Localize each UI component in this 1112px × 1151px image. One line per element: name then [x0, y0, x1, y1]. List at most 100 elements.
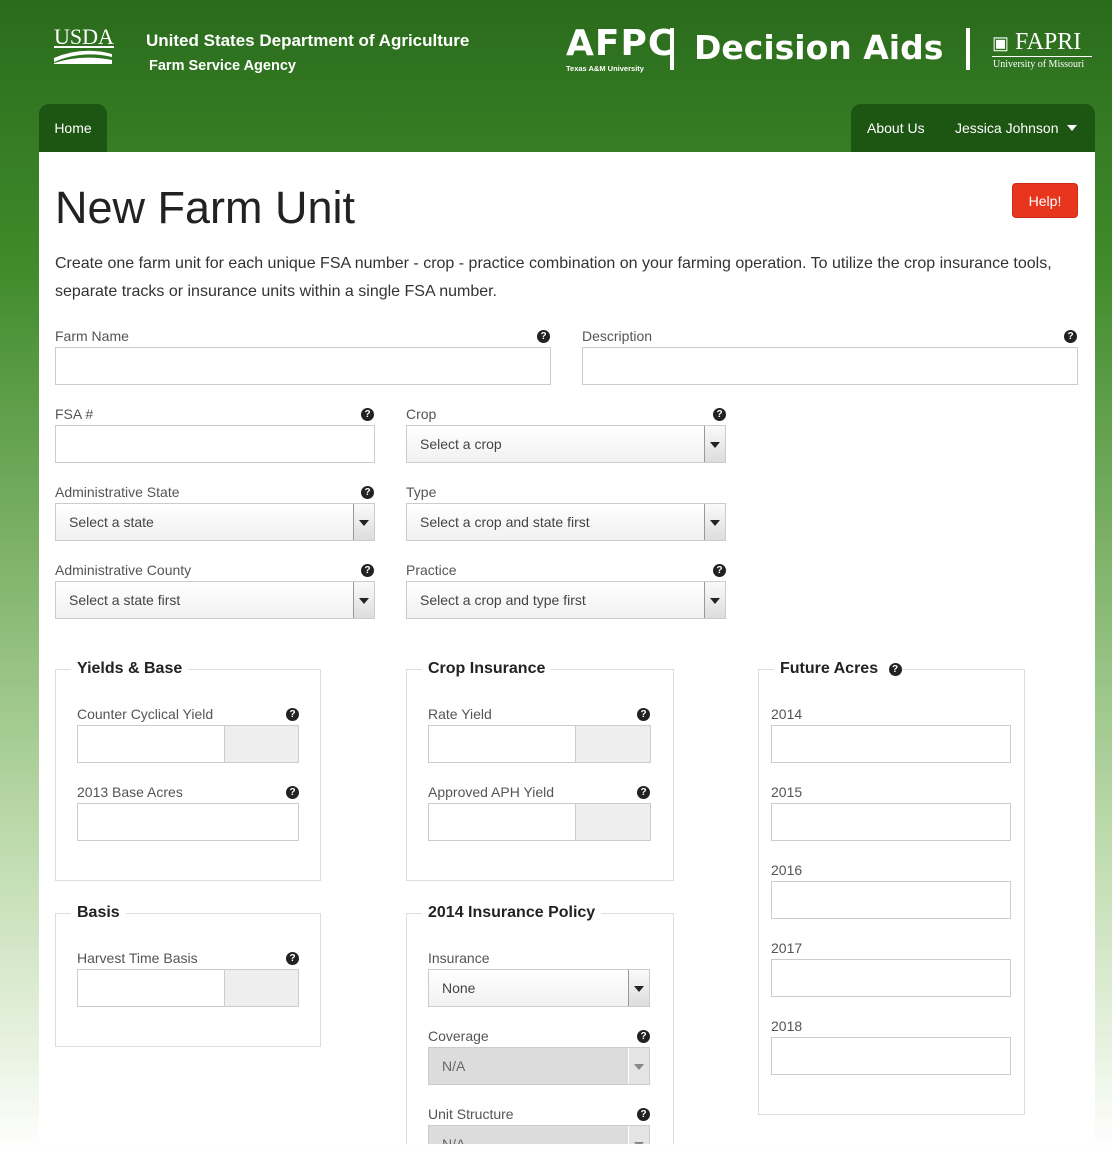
coverage-select[interactable]: N/A	[428, 1047, 650, 1085]
rate-yield-input[interactable]	[428, 725, 576, 763]
aph-yield-input[interactable]	[428, 803, 576, 841]
header-divider	[966, 28, 970, 70]
base-acres-label: 2013 Base Acres	[77, 784, 183, 800]
type-label: Type	[406, 484, 437, 500]
insurance-select[interactable]: None	[428, 969, 650, 1007]
practice-select-value: Select a crop and type first	[420, 592, 586, 608]
future-acres-input-2018[interactable]	[771, 1037, 1011, 1075]
usda-logo-text: USDA	[54, 24, 114, 49]
future-acres-year-label: 2014	[771, 706, 803, 722]
future-acres-year-label: 2016	[771, 862, 803, 878]
nav-about-us[interactable]: About Us	[867, 104, 925, 152]
main-panel: New Farm Unit Help! Create one farm unit…	[39, 152, 1095, 1144]
admin-state-select-value: Select a state	[69, 514, 154, 530]
select-arrow-icon[interactable]	[628, 970, 649, 1006]
question-circle-icon[interactable]: ?	[361, 486, 374, 499]
future-acres-legend: Future Acres ?	[774, 659, 902, 679]
counter-cyclical-yield-input[interactable]	[77, 725, 225, 763]
select-arrow-icon[interactable]	[704, 582, 725, 618]
unit-structure-select[interactable]: N/A	[428, 1125, 650, 1144]
question-circle-icon[interactable]: ?	[286, 952, 299, 965]
future-acres-year-label: 2018	[771, 1018, 803, 1034]
fapri-logo[interactable]: ▣ FAPRI	[992, 29, 1081, 56]
select-arrow-icon[interactable]	[353, 582, 374, 618]
description-label: Description	[582, 328, 653, 344]
question-circle-icon[interactable]: ?	[537, 330, 550, 343]
chevron-down-icon[interactable]	[1067, 125, 1077, 131]
select-arrow-icon[interactable]	[704, 426, 725, 462]
fsa-number-input[interactable]	[55, 425, 375, 463]
question-circle-icon[interactable]: ?	[713, 408, 726, 421]
future-acres-legend-text: Future Acres	[780, 660, 879, 677]
question-circle-icon[interactable]: ?	[888, 663, 902, 676]
agency-subname: Farm Service Agency	[149, 58, 296, 74]
nav-user-menu[interactable]: Jessica Johnson	[955, 104, 1059, 152]
header-divider	[670, 28, 674, 70]
crop-select[interactable]: Select a crop	[406, 425, 726, 463]
future-acres-input-2017[interactable]	[771, 959, 1011, 997]
fsa-number-label: FSA #	[55, 406, 94, 422]
question-circle-icon[interactable]: ?	[286, 708, 299, 721]
crop-insurance-fieldset	[406, 669, 674, 881]
insurance-policy-legend: 2014 Insurance Policy	[422, 903, 602, 923]
coverage-select-value: N/A	[442, 1058, 466, 1074]
unit-structure-select-value: N/A	[442, 1136, 466, 1144]
question-circle-icon[interactable]: ?	[637, 786, 650, 799]
select-arrow-icon[interactable]	[353, 504, 374, 540]
admin-state-label: Administrative State	[55, 484, 180, 500]
crop-label: Crop	[406, 406, 437, 422]
afpc-logo[interactable]: AFPC	[566, 26, 675, 62]
future-acres-input-2015[interactable]	[771, 803, 1011, 841]
admin-county-select-value: Select a state first	[69, 592, 181, 608]
future-acres-input-2014[interactable]	[771, 725, 1011, 763]
type-select-value: Select a crop and state first	[420, 514, 590, 530]
usda-logo[interactable]: USDA	[54, 24, 114, 68]
insurance-select-value: None	[442, 980, 476, 996]
main-navbar: Home About Us Jessica Johnson	[39, 104, 1095, 152]
farm-name-input[interactable]	[55, 347, 551, 385]
crop-select-value: Select a crop	[420, 436, 502, 452]
practice-select[interactable]: Select a crop and type first	[406, 581, 726, 619]
question-circle-icon[interactable]: ?	[637, 1030, 650, 1043]
description-input[interactable]	[582, 347, 1078, 385]
question-circle-icon[interactable]: ?	[637, 708, 650, 721]
base-acres-input[interactable]	[77, 803, 299, 841]
intro-text: Create one farm unit for each unique FSA…	[55, 255, 1052, 300]
admin-county-select[interactable]: Select a state first	[55, 581, 375, 619]
question-circle-icon[interactable]: ?	[713, 564, 726, 577]
question-circle-icon[interactable]: ?	[286, 786, 299, 799]
harvest-time-basis-input[interactable]	[77, 969, 225, 1007]
nav-right-group: About Us Jessica Johnson	[851, 104, 1095, 152]
farm-name-label: Farm Name	[55, 328, 129, 344]
select-arrow-icon[interactable]	[628, 1126, 649, 1144]
admin-state-select[interactable]: Select a state	[55, 503, 375, 541]
decision-aids-title: Decision Aids	[694, 28, 944, 67]
question-circle-icon[interactable]: ?	[637, 1108, 650, 1121]
future-acres-year-label: 2015	[771, 784, 803, 800]
fapri-rule	[992, 56, 1092, 57]
page-title: New Farm Unit	[55, 182, 356, 233]
aph-yield-addon	[576, 803, 651, 841]
insurance-label: Insurance	[428, 950, 490, 966]
yields-base-fieldset	[55, 669, 321, 881]
select-arrow-icon[interactable]	[628, 1048, 649, 1084]
basis-legend: Basis	[71, 903, 126, 923]
yields-base-legend: Yields & Base	[71, 659, 189, 679]
question-circle-icon[interactable]: ?	[361, 408, 374, 421]
fapri-logo-text: FAPRI	[1015, 29, 1082, 55]
question-circle-icon[interactable]: ?	[361, 564, 374, 577]
counter-cyclical-yield-label: Counter Cyclical Yield	[77, 706, 214, 722]
harvest-time-basis-label: Harvest Time Basis	[77, 950, 198, 966]
future-acres-input-2016[interactable]	[771, 881, 1011, 919]
site-header: USDA United States Department of Agricul…	[0, 0, 1112, 104]
agency-name: United States Department of Agriculture	[146, 31, 470, 50]
help-button[interactable]: Help!	[1012, 183, 1078, 218]
question-circle-icon[interactable]: ?	[1064, 330, 1077, 343]
select-arrow-icon[interactable]	[704, 504, 725, 540]
unit-structure-label: Unit Structure	[428, 1106, 514, 1122]
mizzou-shield-icon: ▣	[992, 33, 1010, 53]
admin-county-label: Administrative County	[55, 562, 192, 578]
type-select[interactable]: Select a crop and state first	[406, 503, 726, 541]
nav-home[interactable]: Home	[39, 104, 107, 152]
crop-insurance-legend: Crop Insurance	[422, 659, 552, 679]
